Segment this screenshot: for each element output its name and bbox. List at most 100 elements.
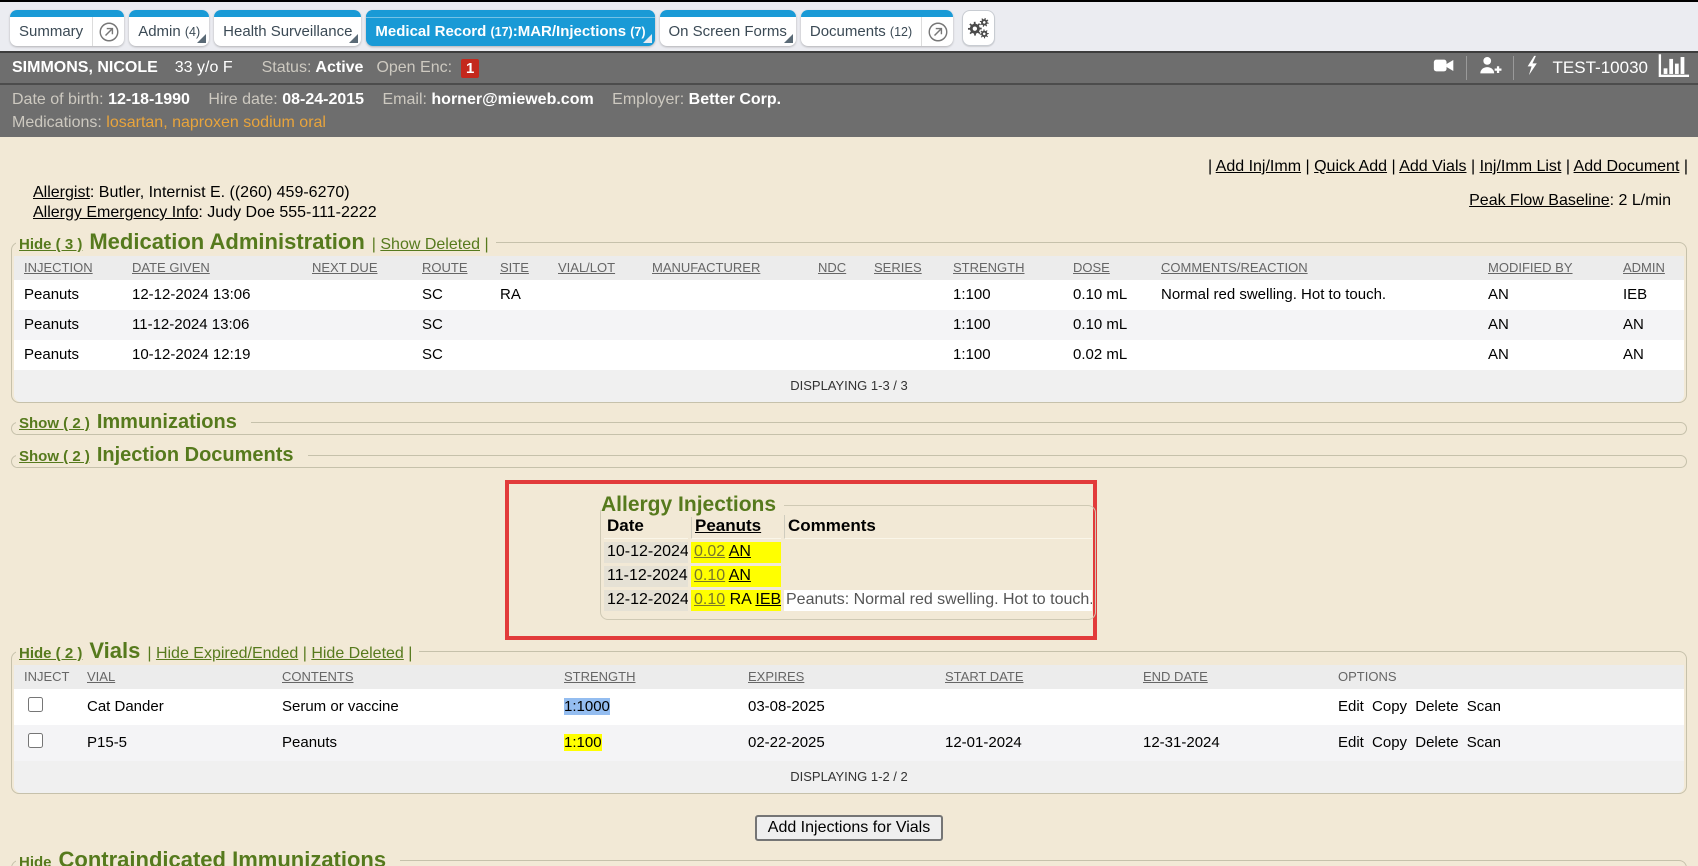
col-contents[interactable]: CONTENTS — [272, 665, 554, 689]
documents-popout-button[interactable] — [921, 10, 953, 46]
allergy-injection-row: 12-12-20240.10 RA IEBPeanuts: Normal red… — [604, 590, 1092, 611]
tab-documents[interactable]: Documents (12) — [801, 10, 953, 46]
med-admin-row: Peanuts11-12-2024 13:06SC1:1000.10 mLANA… — [14, 310, 1684, 340]
tab-on-screen-forms[interactable]: On Screen Forms — [660, 10, 796, 46]
cell-admin: IEB — [1613, 280, 1684, 310]
strength-highlight: 1:100 — [564, 734, 602, 751]
hire-date-field: Hire date: 08-24-2015 — [208, 91, 364, 108]
col-date-given[interactable]: DATE GIVEN — [122, 256, 302, 280]
add-inj-imm-link[interactable]: Add Inj/Imm — [1216, 158, 1301, 175]
dob-value: 12-18-1990 — [108, 91, 190, 108]
cell-comments — [1151, 310, 1478, 340]
opt_2-link[interactable]: Copy — [1372, 734, 1407, 751]
tab-medical-record[interactable]: Medical Record (17):MAR/Injections (7) — [366, 10, 654, 46]
cell-vial-lot — [548, 340, 642, 370]
opt_2-link[interactable]: Copy — [1372, 698, 1407, 715]
col-admin[interactable]: ADMIN — [1613, 256, 1684, 280]
allergy-injection-row: 11-12-20240.10 AN — [604, 566, 1092, 587]
col-series[interactable]: SERIES — [864, 256, 943, 280]
hide-expired-link[interactable]: Hide Expired/Ended — [156, 645, 298, 662]
show-deleted-link[interactable]: Show Deleted — [380, 236, 480, 253]
dose-link[interactable]: 0.10 — [694, 591, 725, 608]
contraindicated-header: Hide Contraindicated Immunizations — [16, 847, 400, 866]
email-field: Email: horner@mieweb.com — [382, 91, 593, 108]
chart-stats-button[interactable] — [1658, 53, 1690, 83]
add-injections-for-vials-button[interactable]: Add Injections for Vials — [755, 815, 943, 841]
opt_1-link[interactable]: Edit — [1338, 734, 1364, 751]
col-inject: INJECT — [14, 665, 77, 689]
opt_3-link[interactable]: Delete — [1415, 698, 1458, 715]
contraindicated-title: Contraindicated Immunizations — [59, 847, 387, 866]
cell-expires: 03-08-2025 — [738, 689, 935, 725]
allergy-injections-table: Date Peanuts Comments 10-12-20240.02 AN1… — [601, 512, 1095, 614]
cell-manufacturer — [642, 340, 808, 370]
medication-link[interactable]: losartan — [106, 114, 163, 131]
admin-initials-link[interactable]: IEB — [755, 591, 781, 608]
medications-line: Medications: losartan, naproxen sodium o… — [12, 111, 1686, 134]
contraindicated-toggle-link[interactable]: Hide — [19, 854, 52, 866]
col-comments[interactable]: COMMENTS/REACTION — [1151, 256, 1478, 280]
add-document-link[interactable]: Add Document — [1574, 158, 1680, 175]
open-encounter-badge[interactable]: 1 — [461, 59, 479, 78]
lightning-icon — [1525, 54, 1539, 77]
allergy-injection-row: 10-12-20240.02 AN — [604, 542, 1092, 563]
email-value: horner@mieweb.com — [431, 91, 593, 108]
employer-value: Better Corp. — [689, 91, 781, 108]
quick-add-link[interactable]: Quick Add — [1314, 158, 1387, 175]
col-start-date[interactable]: START DATE — [935, 665, 1133, 689]
col-site[interactable]: SITE — [490, 256, 548, 280]
quick-action-button[interactable] — [1525, 54, 1539, 82]
add-person-button[interactable] — [1478, 55, 1502, 81]
telehealth-button[interactable] — [1433, 56, 1455, 80]
col-strength[interactable]: STRENGTH — [554, 665, 738, 689]
inj-imm-list-link[interactable]: Inj/Imm List — [1480, 158, 1562, 175]
peak-flow-link[interactable]: Peak Flow Baseline — [1469, 192, 1610, 209]
immunizations-toggle-link[interactable]: Show ( 2 ) — [19, 415, 90, 432]
col-modified-by[interactable]: MODIFIED BY — [1478, 256, 1613, 280]
col-manufacturer[interactable]: MANUFACTURER — [642, 256, 808, 280]
cell-vial: Cat Dander — [77, 689, 272, 725]
tab-health-surveillance[interactable]: Health Surveillance — [214, 10, 361, 46]
col-vial-lot[interactable]: VIAL/LOT — [548, 256, 642, 280]
col-injection[interactable]: INJECTION — [14, 256, 122, 280]
medication-link[interactable]: naproxen sodium oral — [172, 114, 326, 131]
col-strength[interactable]: STRENGTH — [943, 256, 1063, 280]
inject-checkbox[interactable] — [28, 697, 43, 712]
admin-initials-link[interactable]: AN — [729, 567, 751, 584]
col-route[interactable]: ROUTE — [412, 256, 490, 280]
admin-initials-link[interactable]: AN — [729, 543, 751, 560]
summary-popout-button[interactable] — [92, 10, 124, 46]
opt_4-link[interactable]: Scan — [1467, 734, 1501, 751]
tab-health-surveillance-label: Health Surveillance — [214, 16, 361, 40]
cell-strength: 1:100 — [943, 340, 1063, 370]
col-vial[interactable]: VIAL — [77, 665, 272, 689]
med-admin-header: Hide ( 3 ) Medication Administration | S… — [16, 229, 496, 255]
hide-deleted-link[interactable]: Hide Deleted — [311, 645, 404, 662]
injection-documents-toggle-link[interactable]: Show ( 2 ) — [19, 448, 90, 465]
opt_1-link[interactable]: Edit — [1338, 698, 1364, 715]
tab-admin[interactable]: Admin (4) — [129, 10, 209, 46]
col-expires[interactable]: EXPIRES — [738, 665, 935, 689]
col-peanuts[interactable]: Peanuts — [691, 515, 781, 539]
allergy-injections-title: Allergy Injections — [601, 493, 784, 517]
allergy-emergency-link[interactable]: Allergy Emergency Info — [33, 204, 198, 221]
dose-link[interactable]: 0.02 — [694, 543, 725, 560]
opt_4-link[interactable]: Scan — [1467, 698, 1501, 715]
col-dose[interactable]: DOSE — [1063, 256, 1151, 280]
action-links: | Add Inj/Imm | Quick Add | Add Vials | … — [1208, 158, 1688, 176]
dose-link[interactable]: 0.10 — [694, 567, 725, 584]
cell-site: RA — [730, 591, 751, 608]
tab-summary[interactable]: Summary — [10, 10, 124, 46]
cell-dose: 0.10 mL — [1063, 280, 1151, 310]
add-vials-link[interactable]: Add Vials — [1399, 158, 1466, 175]
opt_3-link[interactable]: Delete — [1415, 734, 1458, 751]
inject-checkbox[interactable] — [28, 733, 43, 748]
col-end-date[interactable]: END DATE — [1133, 665, 1328, 689]
col-ndc[interactable]: NDC — [808, 256, 864, 280]
col-next-due[interactable]: NEXT DUE — [302, 256, 412, 280]
med-admin-toggle-link[interactable]: Hide ( 3 ) — [19, 236, 82, 253]
settings-button[interactable] — [962, 10, 995, 46]
allergist-link[interactable]: Allergist — [33, 184, 90, 201]
cell-dose: 0.10 mL — [1063, 310, 1151, 340]
vials-toggle-link[interactable]: Hide ( 2 ) — [19, 645, 82, 662]
